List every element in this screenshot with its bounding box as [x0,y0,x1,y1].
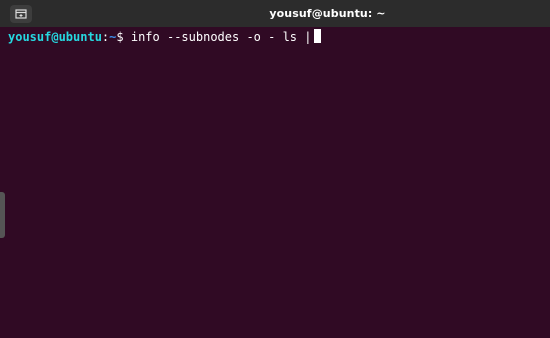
window-title: yousuf@ubuntu: ~ [269,7,386,20]
terminal-window: yousuf@ubuntu: ~ yousuf@ubuntu:~$ info -… [0,0,550,338]
new-tab-icon [15,9,27,19]
prompt-symbol: $ [116,30,124,44]
command-text: info --subnodes -o - ls | [130,30,312,44]
prompt-user-host: yousuf@ubuntu [8,30,102,44]
terminal-area[interactable]: yousuf@ubuntu:~$ info --subnodes -o - ls… [0,27,550,338]
prompt-line: yousuf@ubuntu:~$ info --subnodes -o - ls… [8,29,322,45]
titlebar[interactable]: yousuf@ubuntu: ~ [0,0,550,27]
new-tab-button[interactable] [10,5,32,23]
resize-handle[interactable] [0,192,5,238]
text-cursor [314,29,322,43]
